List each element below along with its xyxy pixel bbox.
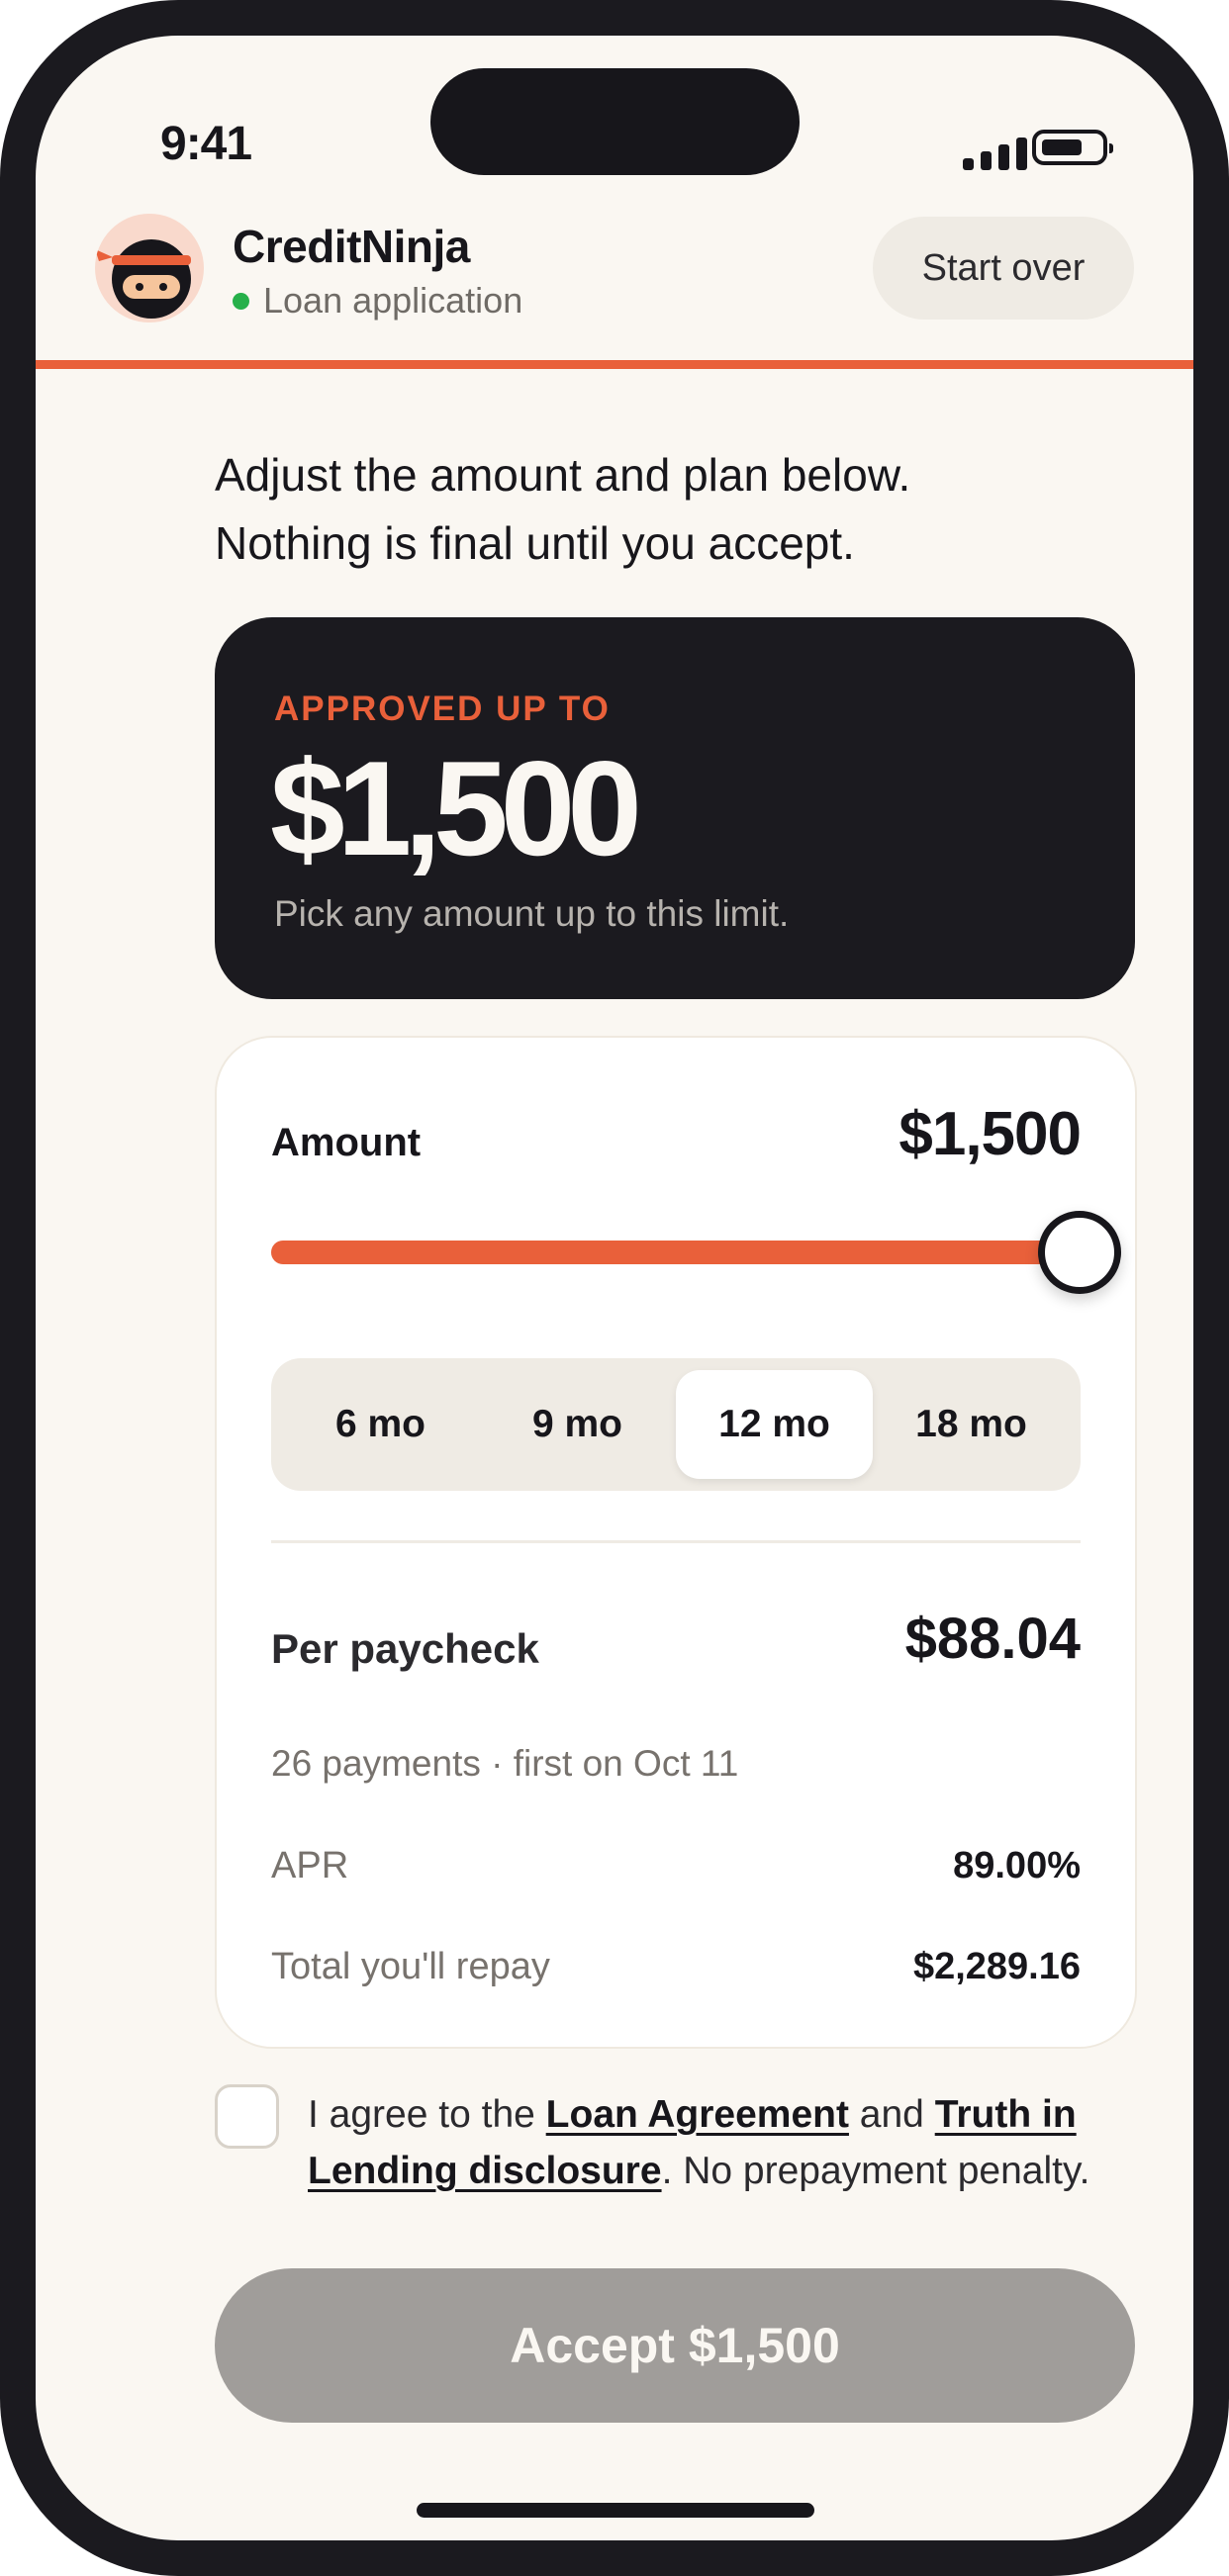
term-selector: 6 mo 9 mo 12 mo 18 mo <box>271 1358 1081 1491</box>
total-repay-value: $2,289.16 <box>912 1946 1081 1987</box>
approval-label: APPROVED UP TO <box>274 690 611 728</box>
slider-fill <box>271 1241 1083 1264</box>
agreement-middle: and <box>848 2093 935 2136</box>
loan-agreement-link[interactable]: Loan Agreement <box>546 2093 849 2136</box>
approval-amount: $1,500 <box>270 733 642 883</box>
slider-thumb[interactable] <box>1038 1211 1121 1294</box>
apr-label: APR <box>271 1845 349 1886</box>
per-paycheck-value: $88.04 <box>904 1607 1081 1671</box>
app-screen: 9:41 CreditNinja Loan application Start … <box>36 36 1193 2540</box>
intro-line-2: Nothing is final until you accept. <box>215 517 855 569</box>
intro-text: Adjust the amount and plan below. Nothin… <box>215 441 1105 578</box>
application-subtitle: Loan application <box>263 280 523 321</box>
term-option-6-mo[interactable]: 6 mo <box>282 1370 479 1479</box>
loan-configurator-card: Amount $1,500 6 mo 9 mo 12 mo 18 mo Per pay… <box>215 1036 1137 2049</box>
approval-card: APPROVED UP TO $1,500 Pick any amount up… <box>215 617 1135 999</box>
battery-icon <box>1032 130 1113 165</box>
phone-frame: 9:41 CreditNinja Loan application Start … <box>0 0 1229 2576</box>
agreement-suffix: . No prepayment penalty. <box>661 2150 1090 2192</box>
divider <box>271 1540 1081 1543</box>
dynamic-island <box>430 68 800 175</box>
status-time: 9:41 <box>160 118 252 170</box>
payments-note: 26 payments · first on Oct 11 <box>271 1743 739 1784</box>
agree-checkbox[interactable] <box>215 2084 279 2149</box>
signal-icon <box>963 135 1028 170</box>
agreement-prefix: I agree to the <box>308 2093 546 2136</box>
term-option-9-mo[interactable]: 9 mo <box>479 1370 676 1479</box>
term-option-18-mo[interactable]: 18 mo <box>873 1370 1070 1479</box>
apr-value: 89.00% <box>953 1845 1081 1886</box>
status-dot-icon <box>233 292 249 310</box>
ninja-avatar-icon <box>95 214 204 322</box>
amount-label: Amount <box>271 1121 422 1164</box>
amount-value: $1,500 <box>898 1100 1082 1168</box>
application-status: Loan application <box>233 280 522 322</box>
total-repay-label: Total you'll repay <box>271 1946 550 1987</box>
accept-button[interactable]: Accept $1,500 <box>215 2268 1135 2423</box>
start-over-button[interactable]: Start over <box>873 217 1134 320</box>
intro-line-1: Adjust the amount and plan below. <box>215 449 911 501</box>
approval-note: Pick any amount up to this limit. <box>274 893 790 934</box>
home-indicator <box>417 2503 814 2518</box>
term-option-12-mo[interactable]: 12 mo <box>676 1370 873 1479</box>
per-paycheck-label: Per paycheck <box>271 1625 539 1672</box>
agreement-text: I agree to the Loan Agreement and Truth … <box>308 2086 1129 2199</box>
amount-slider[interactable] <box>271 1211 1121 1294</box>
progress-bar <box>36 360 1193 369</box>
brand-name: CreditNinja <box>233 221 470 272</box>
